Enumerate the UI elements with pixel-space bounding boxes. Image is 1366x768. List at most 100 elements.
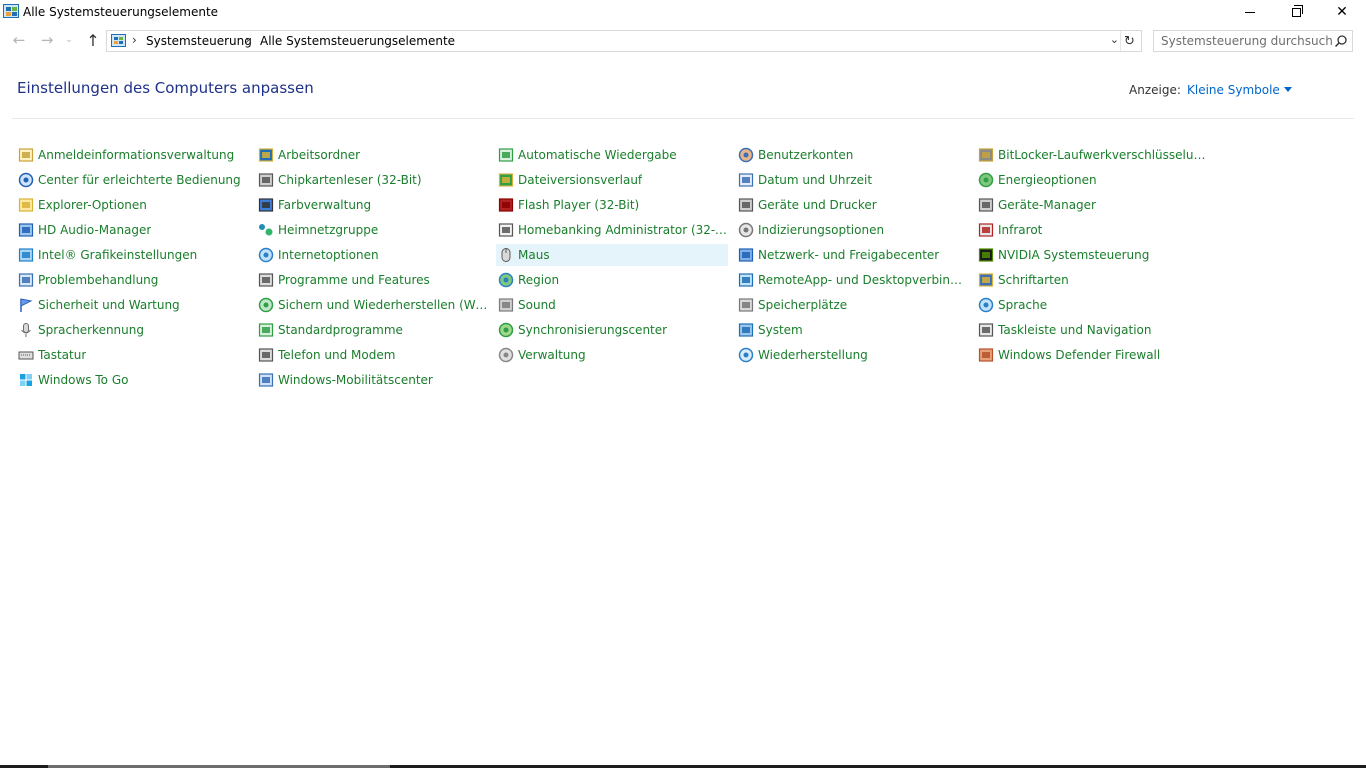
control-panel-item-credential-vault[interactable]: Anmeldeinformationsverwaltung <box>16 144 248 166</box>
back-button[interactable]: ← <box>9 30 29 50</box>
item-label: Benutzerkonten <box>758 148 854 162</box>
search-box[interactable] <box>1153 30 1353 52</box>
control-panel-item-recovery[interactable]: Wiederherstellung <box>736 344 968 366</box>
search-icon[interactable] <box>1334 34 1348 48</box>
control-panel-item-mouse[interactable]: Maus <box>496 244 728 266</box>
control-panel-item-power-options[interactable]: Energieoptionen <box>976 169 1208 191</box>
programs-icon-glyph <box>258 273 274 287</box>
close-button[interactable]: ✕ <box>1319 0 1365 24</box>
control-panel-item-fonts[interactable]: Schriftarten <box>976 269 1208 291</box>
item-label: Energieoptionen <box>998 173 1097 187</box>
homebanking-icon <box>498 222 514 238</box>
breadcrumb-separator[interactable]: › <box>132 33 137 47</box>
item-label: System <box>758 323 803 337</box>
control-panel-item-indexing[interactable]: Indizierungsoptionen <box>736 219 968 241</box>
windows-to-go-icon <box>18 372 34 388</box>
power-options-icon <box>978 172 994 188</box>
restore-button[interactable] <box>1273 0 1319 24</box>
control-panel-item-language[interactable]: Sprache <box>976 294 1208 316</box>
control-panel-item-mobility-center[interactable]: Windows-Mobilitätscenter <box>256 369 488 391</box>
control-panel-item-intel-graphics[interactable]: Intel® Grafikeinstellungen <box>16 244 248 266</box>
control-panel-item-firewall[interactable]: Windows Defender Firewall <box>976 344 1208 366</box>
administrative-tools-icon-glyph <box>498 347 514 363</box>
control-panel-item-user-accounts[interactable]: Benutzerkonten <box>736 144 968 166</box>
control-panel-item-keyboard[interactable]: Tastatur <box>16 344 248 366</box>
item-label: BitLocker-Laufwerkverschlüsselung <box>998 148 1208 162</box>
control-panel-item-bitlocker[interactable]: BitLocker-Laufwerkverschlüsselung <box>976 144 1208 166</box>
breadcrumb-current[interactable]: Alle Systemsteuerungselemente <box>260 34 455 48</box>
mobility-center-icon <box>258 372 274 388</box>
control-panel-item-remoteapp[interactable]: RemoteApp- und Desktopverbindungen <box>736 269 968 291</box>
control-panel-item-phone-modem[interactable]: Telefon und Modem <box>256 344 488 366</box>
control-panel-item-network[interactable]: Netzwerk- und Freigabecenter <box>736 244 968 266</box>
address-bar[interactable]: › Systemsteuerung › Alle Systemsteuerung… <box>106 30 1142 52</box>
work-folders-icon-glyph <box>258 148 274 162</box>
taskbar-icon-glyph <box>978 323 994 337</box>
control-panel-item-sync-center[interactable]: Synchronisierungscenter <box>496 319 728 341</box>
control-panel-item-backup[interactable]: Sichern und Wiederherstellen (Windows 7) <box>256 294 488 316</box>
item-label: Sichern und Wiederherstellen (Windows 7) <box>278 298 488 312</box>
control-panel-item-administrative-tools[interactable]: Verwaltung <box>496 344 728 366</box>
windows-to-go-icon-glyph <box>20 374 32 386</box>
control-panel-item-printer[interactable]: Geräte und Drucker <box>736 194 968 216</box>
control-panel-item-flag[interactable]: Sicherheit und Wartung <box>16 294 248 316</box>
up-button[interactable]: ↑ <box>83 30 103 50</box>
control-panel-item-troubleshooting[interactable]: Problembehandlung <box>16 269 248 291</box>
programs-icon <box>258 272 274 288</box>
item-label: Synchronisierungscenter <box>518 323 668 337</box>
forward-button[interactable]: → <box>37 30 57 50</box>
language-icon <box>978 297 994 313</box>
control-panel-item-smart-card[interactable]: Chipkartenleser (32-Bit) <box>256 169 488 191</box>
control-panel-item-homebanking[interactable]: Homebanking Administrator (32-Bit) <box>496 219 728 241</box>
control-panel-item-nvidia[interactable]: NVIDIA Systemsteuerung <box>976 244 1208 266</box>
smart-card-icon <box>258 172 274 188</box>
view-mode-dropdown[interactable]: Kleine Symbole <box>1187 83 1292 97</box>
control-panel-item-internet-options[interactable]: Internetoptionen <box>256 244 488 266</box>
backup-icon-glyph <box>258 297 274 313</box>
breadcrumb-systemsteuerung[interactable]: Systemsteuerung <box>146 34 252 48</box>
remoteapp-icon <box>738 272 754 288</box>
control-panel-item-device-manager[interactable]: Geräte-Manager <box>976 194 1208 216</box>
control-panel-item-ease-of-access[interactable]: Center für erleichterte Bedienung <box>16 169 248 191</box>
control-panel-item-region-globe[interactable]: Region <box>496 269 728 291</box>
control-panel-item-file-history[interactable]: Dateiversionsverlauf <box>496 169 728 191</box>
control-panel-item-color-management[interactable]: Farbverwaltung <box>256 194 488 216</box>
control-panel-item-storage-spaces[interactable]: Speicherplätze <box>736 294 968 316</box>
control-panel-item-infrared[interactable]: Infrarot <box>976 219 1208 241</box>
control-panel-item-speaker[interactable]: Sound <box>496 294 728 316</box>
control-panel-item-date-time[interactable]: Datum und Uhrzeit <box>736 169 968 191</box>
item-label: NVIDIA Systemsteuerung <box>998 248 1150 262</box>
date-time-icon <box>738 172 754 188</box>
control-panel-item-microphone[interactable]: Spracherkennung <box>16 319 248 341</box>
address-dropdown-button[interactable]: ⌄ <box>1110 33 1119 46</box>
control-panel-item-work-folders[interactable]: Arbeitsordner <box>256 144 488 166</box>
audio-manager-icon-glyph <box>18 223 34 237</box>
color-management-icon <box>258 197 274 213</box>
refresh-button[interactable]: ↻ <box>1120 31 1138 51</box>
breadcrumb-separator[interactable]: › <box>245 33 250 47</box>
recent-locations-button[interactable]: ⌄ <box>62 30 76 50</box>
control-panel-item-audio-manager[interactable]: HD Audio-Manager <box>16 219 248 241</box>
minimize-button[interactable] <box>1227 0 1273 24</box>
control-panel-item-homegroup[interactable]: Heimnetzgruppe <box>256 219 488 241</box>
control-panel-item-windows-to-go[interactable]: Windows To Go <box>16 369 248 391</box>
control-panel-item-programs[interactable]: Programme und Features <box>256 269 488 291</box>
item-label: Speicherplätze <box>758 298 848 312</box>
autoplay-icon <box>498 147 514 163</box>
item-label: Tastatur <box>38 348 87 362</box>
control-panel-item-folder-options[interactable]: Explorer-Optionen <box>16 194 248 216</box>
control-panel-item-default-programs[interactable]: Standardprogramme <box>256 319 488 341</box>
item-label: Windows Defender Firewall <box>998 348 1161 362</box>
item-label: Standardprogramme <box>278 323 403 337</box>
chevron-down-icon: ⌄ <box>65 35 73 45</box>
control-panel-item-flash-player[interactable]: Flash Player (32-Bit) <box>496 194 728 216</box>
control-panel-item-taskbar[interactable]: Taskleiste und Navigation <box>976 319 1208 341</box>
search-input[interactable] <box>1154 31 1332 51</box>
control-panel-item-autoplay[interactable]: Automatische Wiedergabe <box>496 144 728 166</box>
control-panel-item-system-monitor[interactable]: System <box>736 319 968 341</box>
work-folders-icon <box>258 147 274 163</box>
caret-down-icon <box>1283 87 1292 92</box>
taskbar-icon <box>978 322 994 338</box>
ease-of-access-icon-glyph <box>18 172 34 188</box>
item-label: Geräte-Manager <box>998 198 1096 212</box>
